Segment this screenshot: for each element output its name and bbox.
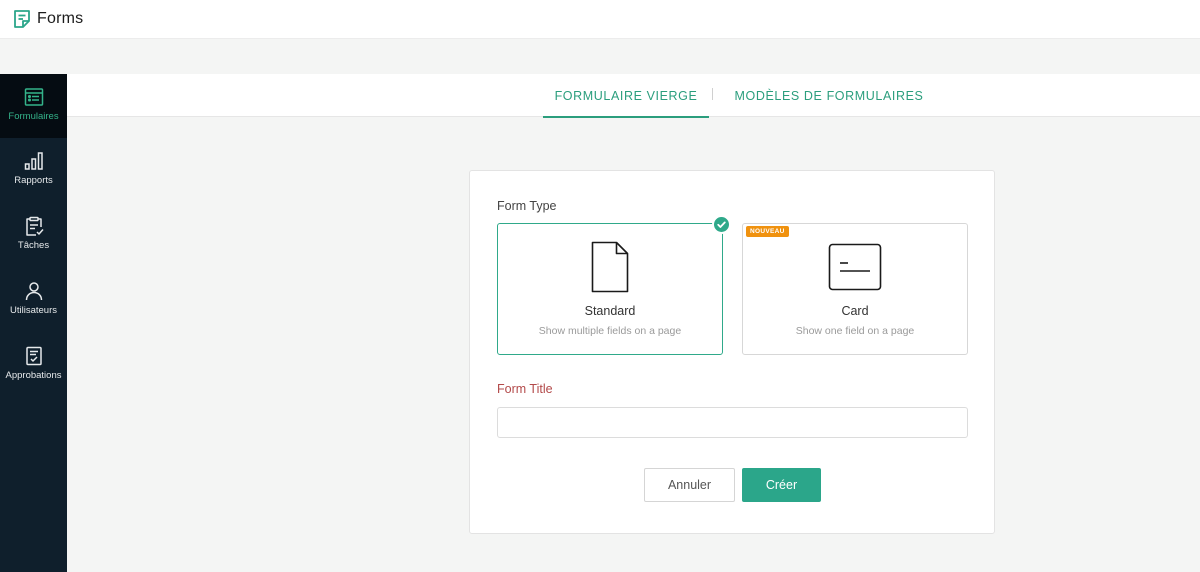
card-title: Standard — [584, 304, 636, 318]
approval-icon — [23, 345, 45, 367]
create-form-panel: Form Type Standard Show multiple fields … — [469, 170, 995, 534]
user-icon — [23, 280, 45, 302]
sidebar-item-formulaires[interactable]: Formulaires — [0, 74, 67, 138]
sidebar-item-label: Tâches — [17, 240, 50, 251]
sidebar-item-label: Utilisateurs — [10, 305, 57, 316]
form-list-icon — [23, 86, 45, 108]
forms-logo-icon — [12, 9, 32, 29]
create-button[interactable]: Créer — [742, 468, 821, 502]
check-icon — [712, 215, 731, 234]
app-header: Forms — [0, 0, 1200, 39]
sidebar-item-label: Approbations — [5, 370, 62, 381]
sidebar-item-label: Rapports — [14, 175, 53, 186]
form-title-input[interactable] — [497, 407, 968, 438]
tab-formulaire-vierge[interactable]: FORMULAIRE VIERGE — [543, 74, 709, 118]
form-type-card-card[interactable]: NOUVEAU Card Show one field on a page — [742, 223, 968, 355]
app-title: Forms — [37, 10, 84, 27]
card-title: Card — [841, 304, 869, 318]
tab-modeles-de-formulaires[interactable]: MODÈLES DE FORMULAIRES — [732, 74, 926, 117]
tab-divider — [712, 88, 713, 100]
bar-chart-icon — [23, 150, 45, 172]
new-badge: NOUVEAU — [746, 226, 789, 237]
card-description: Show multiple fields on a page — [538, 325, 682, 337]
sidebar-item-approbations[interactable]: Approbations — [0, 333, 67, 397]
card-icon — [828, 240, 882, 294]
sidebar-item-rapports[interactable]: Rapports — [0, 138, 67, 202]
sidebar-item-taches[interactable]: Tâches — [0, 203, 67, 267]
sidebar: Formulaires Rapports Tâches Utilisateurs… — [0, 74, 67, 572]
form-type-label: Form Type — [497, 199, 557, 213]
sidebar-item-utilisateurs[interactable]: Utilisateurs — [0, 268, 67, 332]
cancel-button[interactable]: Annuler — [644, 468, 735, 502]
tab-bar: FORMULAIRE VIERGE MODÈLES DE FORMULAIRES — [67, 74, 1200, 118]
clipboard-icon — [23, 215, 45, 237]
card-description: Show one field on a page — [795, 325, 915, 337]
form-title-label: Form Title — [497, 382, 553, 396]
document-icon — [590, 240, 630, 294]
sidebar-item-label: Formulaires — [8, 111, 59, 122]
form-type-standard-card[interactable]: Standard Show multiple fields on a page — [497, 215, 731, 355]
